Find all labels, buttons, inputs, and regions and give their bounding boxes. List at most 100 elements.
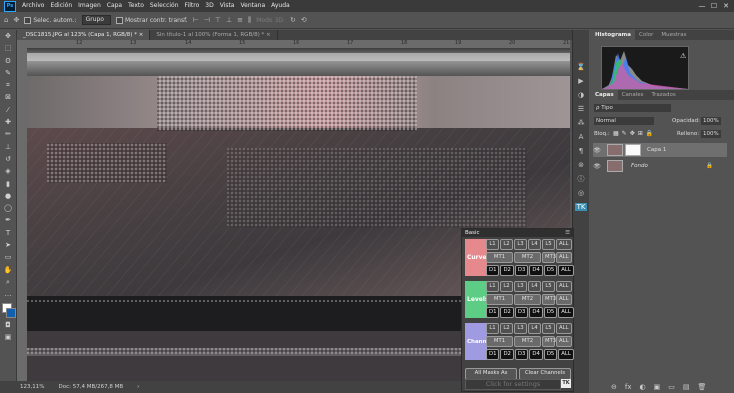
levels-l3-button[interactable]: L3: [514, 281, 527, 292]
channels-d5-button[interactable]: D5: [543, 349, 558, 360]
clone-stamp-tool-icon[interactable]: ⊥: [0, 141, 16, 153]
menu-vista[interactable]: Vista: [217, 0, 238, 12]
curves-mt1-button[interactable]: MT1: [486, 252, 513, 263]
channels-lights-all-button[interactable]: ALL: [556, 323, 572, 334]
curves-mt2-button[interactable]: MT2: [514, 252, 541, 263]
properties-icon[interactable]: ☰: [573, 102, 589, 116]
channels-l1-button[interactable]: L1: [486, 323, 499, 334]
channels-l3-button[interactable]: L3: [514, 323, 527, 334]
curves-d5-button[interactable]: D5: [543, 265, 558, 276]
maximize-button[interactable]: ☐: [708, 0, 720, 12]
transform-checkbox[interactable]: [115, 16, 123, 24]
home-icon[interactable]: ⌂: [4, 16, 8, 24]
channels-l2-button[interactable]: L2: [500, 323, 513, 334]
levels-mt1-button[interactable]: MT1: [486, 294, 513, 305]
screen-mode-icon[interactable]: ▣: [0, 331, 16, 343]
shape-tool-icon[interactable]: ▭: [0, 251, 16, 263]
status-menu-arrow[interactable]: ›: [137, 384, 139, 390]
distribute-horizontal-icon[interactable]: ⫼: [248, 16, 251, 25]
menu-seleccion[interactable]: Selección: [147, 0, 182, 12]
panel-menu-icon[interactable]: ☰: [565, 230, 570, 236]
levels-l1-button[interactable]: L1: [486, 281, 499, 292]
layer-mask-thumbnail[interactable]: [625, 144, 641, 156]
paragraph-icon[interactable]: ¶: [573, 144, 589, 158]
channels-d3-button[interactable]: D3: [514, 349, 529, 360]
layer-filter-select[interactable]: ρ Tipo: [594, 104, 671, 112]
channels-d4-button[interactable]: D4: [529, 349, 543, 360]
libraries-icon[interactable]: ◎: [573, 186, 589, 200]
levels-mt2-button[interactable]: MT2: [514, 294, 541, 305]
align-top-icon[interactable]: ⊥: [226, 16, 232, 24]
menu-3d[interactable]: 3D: [202, 0, 216, 12]
frame-tool-icon[interactable]: ⊠: [0, 91, 16, 103]
path-selection-tool-icon[interactable]: ➤: [0, 239, 16, 251]
levels-mt3-button[interactable]: MT3: [542, 294, 556, 305]
levels-l2-button[interactable]: L2: [500, 281, 513, 292]
healing-brush-tool-icon[interactable]: ✚: [0, 116, 16, 128]
menu-ventana[interactable]: Ventana: [237, 0, 268, 12]
dodge-tool-icon[interactable]: ◯: [0, 202, 16, 214]
layer-row-capa-1[interactable]: 👁 Capa 1: [593, 143, 727, 157]
marquee-tool-icon[interactable]: ⬚: [0, 42, 16, 54]
pen-tool-icon[interactable]: ✒: [0, 214, 16, 226]
rotate-3d-icon[interactable]: ↻: [290, 16, 296, 24]
color-swatches[interactable]: [0, 301, 16, 319]
visibility-eye-icon[interactable]: 👁: [593, 147, 601, 154]
settings-field[interactable]: Click for settings: [465, 379, 561, 390]
curves-l4-button[interactable]: L4: [528, 239, 541, 250]
levels-d5-button[interactable]: D5: [543, 307, 558, 318]
channels-mt1-button[interactable]: MT1: [486, 336, 513, 347]
curves-l3-button[interactable]: L3: [514, 239, 527, 250]
curves-mt3-button[interactable]: MT3: [542, 252, 556, 263]
channels-l4-button[interactable]: L4: [528, 323, 541, 334]
clone-source-icon[interactable]: ⊚: [573, 158, 589, 172]
history-icon[interactable]: ⌛: [573, 60, 589, 74]
trash-icon[interactable]: 🗑: [697, 383, 706, 391]
history-brush-tool-icon[interactable]: ↺: [0, 153, 16, 165]
menu-ayuda[interactable]: Ayuda: [268, 0, 293, 12]
eraser-tool-icon[interactable]: ◈: [0, 165, 16, 177]
auto-select-checkbox[interactable]: [24, 16, 32, 24]
minimize-button[interactable]: —: [696, 0, 708, 12]
channels-darks-all-button[interactable]: ALL: [558, 349, 574, 360]
add-mask-icon[interactable]: ◐: [639, 383, 645, 391]
curves-d3-button[interactable]: D3: [514, 265, 529, 276]
curves-d2-button[interactable]: D2: [500, 265, 514, 276]
levels-l5-button[interactable]: L5: [542, 281, 555, 292]
opacity-input[interactable]: 100%: [701, 117, 721, 125]
brush-settings-icon[interactable]: ⁂: [573, 116, 589, 130]
curves-lights-all-button[interactable]: ALL: [556, 239, 572, 250]
levels-lights-all-button[interactable]: ALL: [556, 281, 572, 292]
menu-archivo[interactable]: Archivo: [19, 0, 47, 12]
quick-mask-icon[interactable]: ◘: [0, 319, 16, 331]
align-center-icon[interactable]: ⊣: [204, 16, 210, 24]
align-right-icon[interactable]: ⊤: [215, 16, 221, 24]
new-layer-icon[interactable]: ▤: [683, 383, 690, 391]
tab-color[interactable]: Color: [635, 30, 657, 40]
layer-name[interactable]: Capa 1: [647, 147, 666, 153]
channels-midtones-all-button[interactable]: ALL: [556, 336, 572, 347]
adjustments-icon[interactable]: ◑: [573, 88, 589, 102]
new-group-icon[interactable]: ▭: [668, 383, 675, 391]
layer-name[interactable]: Fondo: [631, 163, 648, 169]
tab-histograma[interactable]: Histograma: [591, 30, 635, 40]
fill-input[interactable]: 100%: [701, 130, 721, 138]
background-color-swatch[interactable]: [6, 307, 16, 318]
crop-tool-icon[interactable]: ⌗: [0, 79, 16, 91]
character-icon[interactable]: A: [573, 130, 589, 144]
layer-row-fondo[interactable]: 👁 Fondo 🔒: [593, 159, 727, 173]
levels-darks-all-button[interactable]: ALL: [558, 307, 574, 318]
channels-d1-button[interactable]: D1: [486, 349, 500, 360]
curves-d1-button[interactable]: D1: [486, 265, 500, 276]
link-layers-icon[interactable]: ⊖: [611, 383, 617, 391]
eyedropper-tool-icon[interactable]: ⁄: [0, 104, 16, 116]
move-tool-icon[interactable]: ✥: [13, 16, 19, 24]
menu-edicion[interactable]: Edición: [47, 0, 75, 12]
menu-capa[interactable]: Capa: [104, 0, 125, 12]
fx-icon[interactable]: fx: [625, 383, 632, 391]
menu-imagen[interactable]: Imagen: [75, 0, 104, 12]
channels-mt3-button[interactable]: MT3: [542, 336, 556, 347]
curves-midtones-all-button[interactable]: ALL: [556, 252, 572, 263]
levels-d1-button[interactable]: D1: [486, 307, 500, 318]
visibility-eye-icon[interactable]: 👁: [593, 163, 601, 170]
